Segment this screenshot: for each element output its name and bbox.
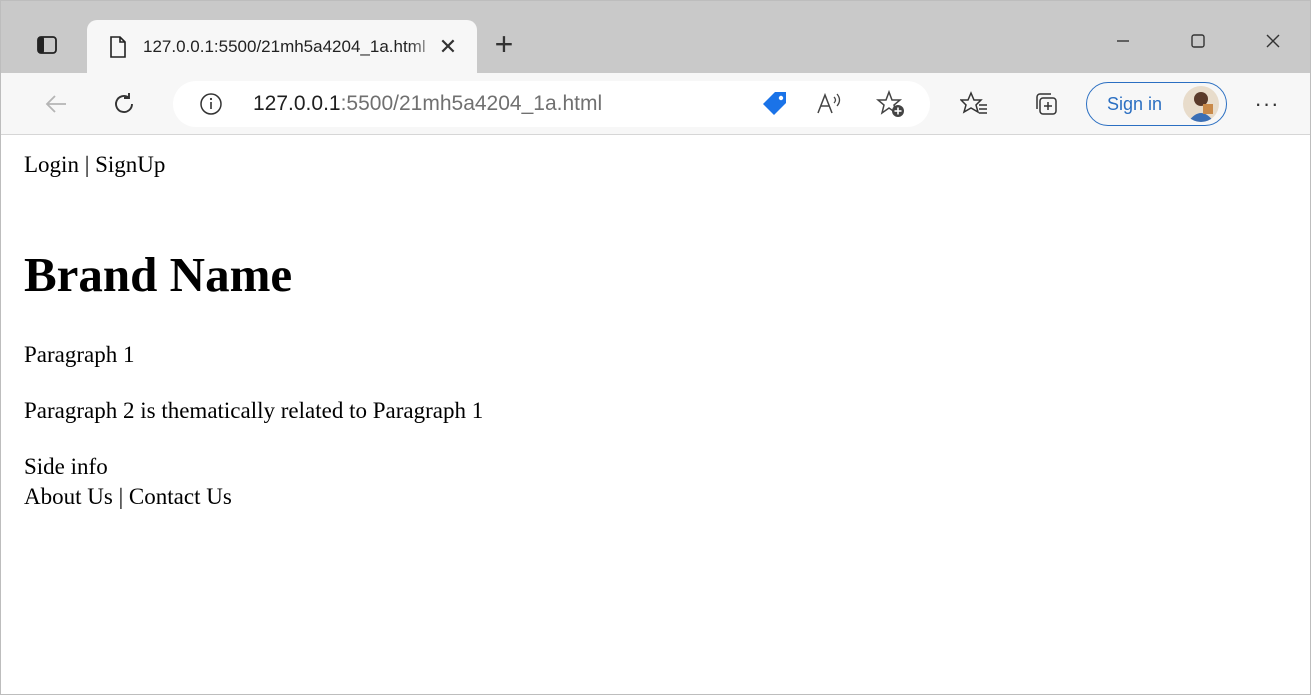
- favorites-button[interactable]: [955, 85, 993, 123]
- collections-button[interactable]: [1027, 85, 1065, 123]
- login-link[interactable]: Login: [24, 152, 79, 177]
- footer-separator: |: [112, 484, 129, 509]
- url-host: 127.0.0.1: [253, 92, 341, 115]
- paragraph-1: Paragraph 1: [24, 342, 135, 367]
- close-icon: [1266, 34, 1280, 48]
- close-window-button[interactable]: [1253, 23, 1293, 59]
- avatar: [1183, 86, 1219, 122]
- tab-actions-icon: [37, 36, 57, 54]
- back-button[interactable]: [37, 85, 75, 123]
- tab-close-button[interactable]: ✕: [435, 34, 461, 60]
- favorites-icon: [960, 91, 987, 114]
- sign-in-button[interactable]: Sign in: [1086, 82, 1227, 126]
- signup-link[interactable]: SignUp: [95, 152, 165, 177]
- minimize-button[interactable]: [1103, 23, 1143, 59]
- brand-name-heading: Brand Name: [24, 247, 293, 302]
- address-url: 127.0.0.1:5500/21mh5a4204_1a.html: [253, 92, 602, 116]
- tab-title: 127.0.0.1:5500/21mh5a4204_1a.html: [143, 36, 426, 56]
- top-nav: Login | SignUp: [24, 152, 165, 178]
- read-aloud-icon[interactable]: [814, 89, 844, 119]
- tab-actions-button[interactable]: [27, 28, 67, 62]
- refresh-icon: [115, 93, 133, 113]
- browser-window: 127.0.0.1:5500/21mh5a4204_1a.html ✕ + 12…: [0, 0, 1311, 695]
- coupon-tag-icon[interactable]: [760, 89, 790, 119]
- collections-icon: [1036, 93, 1057, 115]
- side-info: Side info: [24, 454, 108, 479]
- address-bar[interactable]: 127.0.0.1:5500/21mh5a4204_1a.html: [173, 81, 930, 127]
- tab-active[interactable]: 127.0.0.1:5500/21mh5a4204_1a.html ✕: [87, 20, 477, 73]
- page-content: Login | SignUp Brand Name Paragraph 1 Pa…: [1, 136, 1310, 694]
- refresh-button[interactable]: [105, 85, 143, 123]
- maximize-button[interactable]: [1178, 23, 1218, 59]
- sign-in-label: Sign in: [1107, 93, 1163, 114]
- minimize-icon: [1117, 40, 1129, 42]
- site-info-icon[interactable]: [197, 90, 225, 118]
- browser-toolbar: 127.0.0.1:5500/21mh5a4204_1a.html Sign i…: [1, 73, 1310, 135]
- add-favorite-icon[interactable]: [876, 89, 906, 119]
- back-arrow-icon: [45, 95, 66, 113]
- paragraph-2: Paragraph 2 is thematically related to P…: [24, 398, 484, 423]
- nav-separator: |: [78, 152, 96, 177]
- footer-links: About Us | Contact Us: [24, 484, 232, 510]
- about-us-link[interactable]: About Us: [24, 484, 113, 509]
- url-path: :5500/21mh5a4204_1a.html: [340, 92, 603, 115]
- new-tab-button[interactable]: +: [486, 26, 522, 62]
- contact-us-link[interactable]: Contact Us: [129, 484, 232, 509]
- maximize-icon: [1191, 34, 1205, 48]
- more-options-button[interactable]: ···: [1248, 85, 1286, 123]
- tab-strip: 127.0.0.1:5500/21mh5a4204_1a.html ✕ +: [1, 1, 1310, 73]
- page-icon: [107, 35, 129, 59]
